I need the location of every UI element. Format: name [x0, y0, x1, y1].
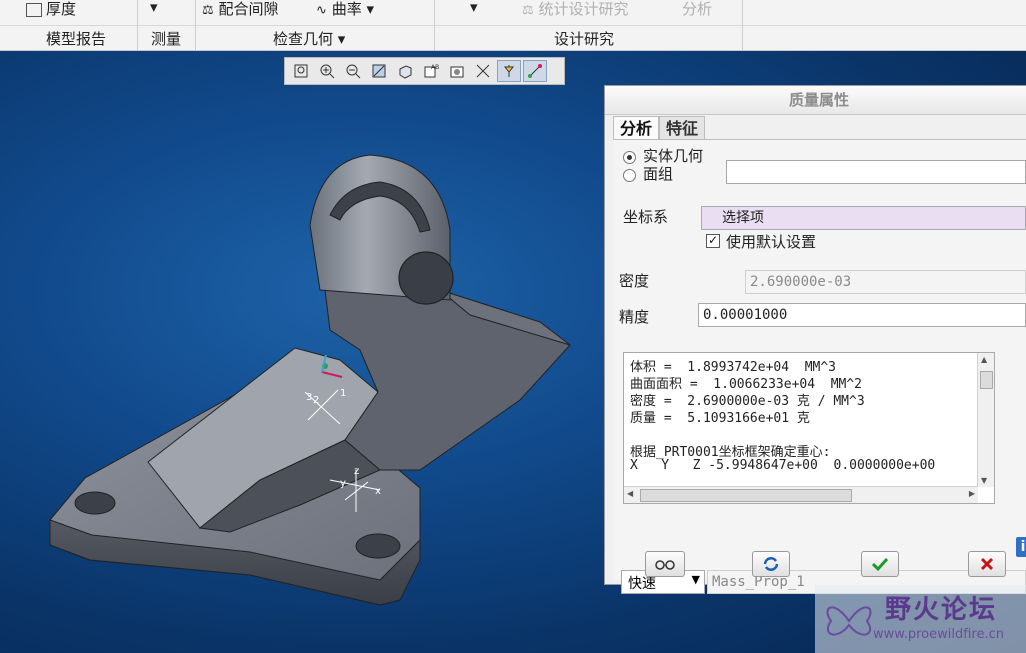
ribbon: 厚度 ▾ ⚖ 配合间隙 ∿ 曲率 ▾ ▾ ⚖ 统计设计研究 分析 模型报告 测量…: [0, 0, 1026, 51]
checkmark-icon: [871, 557, 889, 572]
refresh-icon: [763, 557, 779, 571]
use-default-label: 使用默认设置: [726, 233, 817, 251]
scroll-thumb[interactable]: [640, 489, 852, 502]
group-measure: 测量: [151, 30, 182, 48]
preview-button[interactable]: [645, 551, 685, 577]
watermark-url: www.proewildfire.cn: [873, 627, 1004, 642]
display-style-icon[interactable]: [393, 60, 417, 82]
spin-center-icon[interactable]: [497, 60, 521, 82]
accuracy-label: 精度: [619, 308, 650, 326]
csys-label: 坐标系: [623, 208, 669, 226]
stat-study-icon: ⚖: [522, 3, 534, 18]
zoom-fit-icon[interactable]: [289, 60, 313, 82]
results-area[interactable]: 体积 = 1.8993742e+04 MM^3 曲面面积 = 1.0066233…: [623, 352, 995, 504]
svg-text:AB: AB: [431, 64, 439, 71]
curvature-icon: ∿: [316, 3, 327, 18]
analysis-panel: 实体几何 面组 坐标系 选择项 ✓ 使用默认设置 密度 2.690000e-03…: [613, 139, 1026, 594]
clearance-button[interactable]: ⚖ 配合间隙: [202, 0, 278, 19]
density-label: 密度: [619, 272, 650, 290]
zoom-out-icon[interactable]: [341, 60, 365, 82]
dialog-tabs: 分析 特征: [613, 116, 706, 141]
divider: [434, 0, 435, 50]
sensitivity-dropdown-arrow[interactable]: ▾: [470, 0, 478, 16]
tab-analysis[interactable]: 分析: [613, 116, 660, 141]
zoom-in-icon[interactable]: [315, 60, 339, 82]
quilt-radio[interactable]: [623, 169, 636, 182]
csys-label-3: 3: [306, 392, 312, 403]
ribbon-commands: 厚度 ▾ ⚖ 配合间隙 ∿ 曲率 ▾ ▾ ⚖ 统计设计研究 分析: [0, 0, 1026, 22]
density-field: 2.690000e-03: [745, 270, 1026, 294]
group-design-study: 设计研究: [554, 30, 615, 48]
analysis-button[interactable]: 分析: [682, 0, 712, 19]
results-vertical-scrollbar[interactable]: ▲ ▼: [977, 353, 994, 487]
datum-display-icon[interactable]: [471, 60, 495, 82]
mass-properties-dialog: 质量属性 分析 特征 实体几何 面组 坐标系 选择项 ✓ 使用默认设置 密度 2…: [604, 85, 1026, 594]
close-icon: [980, 557, 994, 571]
group-model-report: 模型报告: [46, 30, 107, 48]
divider: [195, 0, 196, 50]
quilt-label: 面组: [643, 165, 674, 183]
butterfly-logo-icon: [826, 606, 872, 636]
axis-label-y: y: [340, 478, 346, 489]
divider: [742, 0, 743, 50]
axis-label-x: x: [375, 486, 381, 497]
clearance-icon: ⚖: [202, 3, 214, 18]
scroll-thumb[interactable]: [980, 371, 993, 389]
csys-label-2: 2: [313, 395, 319, 406]
ribbon-group-labels: 模型报告 测量 检查几何 ▾ 设计研究: [0, 25, 1026, 50]
thickness-icon: [26, 2, 42, 17]
dialog-button-row: [605, 549, 1026, 581]
results-horizontal-scrollbar[interactable]: ◀ ▶: [624, 486, 978, 503]
axis-label-z: z: [354, 466, 359, 477]
ok-button[interactable]: [861, 551, 899, 577]
saved-views-icon[interactable]: AB: [419, 60, 443, 82]
thickness-button[interactable]: 厚度: [26, 0, 76, 19]
csys-selector[interactable]: 选择项: [701, 206, 1026, 230]
tab-feature[interactable]: 特征: [659, 116, 706, 141]
quilt-selector[interactable]: [726, 160, 1026, 184]
view-manager-icon[interactable]: [445, 60, 469, 82]
csys-display-icon[interactable]: [523, 60, 547, 82]
divider: [137, 0, 138, 50]
use-default-checkbox[interactable]: ✓: [706, 234, 720, 248]
watermark-title: 野火论坛: [885, 595, 998, 625]
forum-watermark: 野火论坛 www.proewildfire.cn: [815, 585, 1026, 653]
accuracy-field[interactable]: 0.00001000: [698, 303, 1026, 327]
curvature-button[interactable]: ∿ 曲率 ▾: [316, 0, 374, 19]
group-inspect-geometry[interactable]: 检查几何 ▾: [273, 28, 345, 49]
repeat-button[interactable]: [752, 551, 790, 577]
measure-dropdown-arrow[interactable]: ▾: [150, 0, 158, 16]
repaint-icon[interactable]: [367, 60, 391, 82]
dialog-title: 质量属性: [605, 86, 1026, 115]
solid-geometry-radio[interactable]: [623, 151, 636, 164]
glasses-icon: [655, 560, 675, 570]
csys-label-1: 1: [340, 388, 346, 399]
result-mass: 质量 = 5.1093166e+01 克: [630, 411, 810, 426]
cancel-button[interactable]: [968, 551, 1006, 577]
stat-study-button[interactable]: ⚖ 统计设计研究: [522, 0, 628, 19]
result-cog-values: X Y Z -5.9948647e+00 0.0000000e+00: [630, 458, 936, 473]
view-toolbar: AB: [284, 57, 565, 85]
